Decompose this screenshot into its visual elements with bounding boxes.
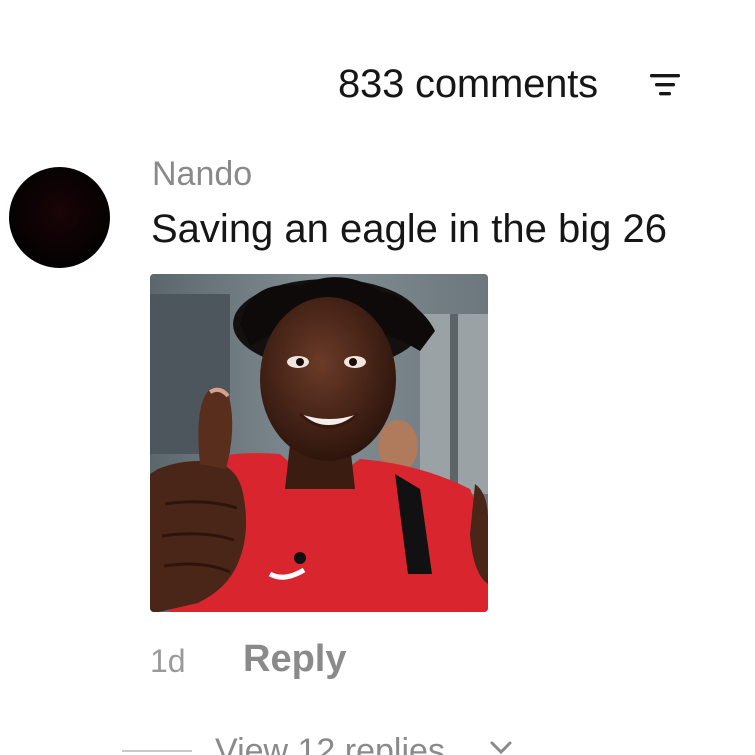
reply-button[interactable]: Reply xyxy=(243,638,346,681)
photo-attachment-image xyxy=(150,274,488,612)
comment-timestamp: 1d xyxy=(150,643,186,679)
replies-divider-line xyxy=(122,750,192,752)
chevron-down-icon[interactable] xyxy=(488,740,514,755)
avatar[interactable] xyxy=(9,167,110,268)
comment-photo[interactable] xyxy=(150,274,488,612)
view-replies[interactable]: View 12 replies xyxy=(122,728,755,755)
view-replies-link[interactable]: View 12 replies xyxy=(215,732,445,755)
comment-item: Nando Saving an eagle in the big 26 1d R… xyxy=(0,0,755,755)
comment-username[interactable]: Nando xyxy=(152,155,252,194)
comment-text: Saving an eagle in the big 26 xyxy=(151,207,667,251)
